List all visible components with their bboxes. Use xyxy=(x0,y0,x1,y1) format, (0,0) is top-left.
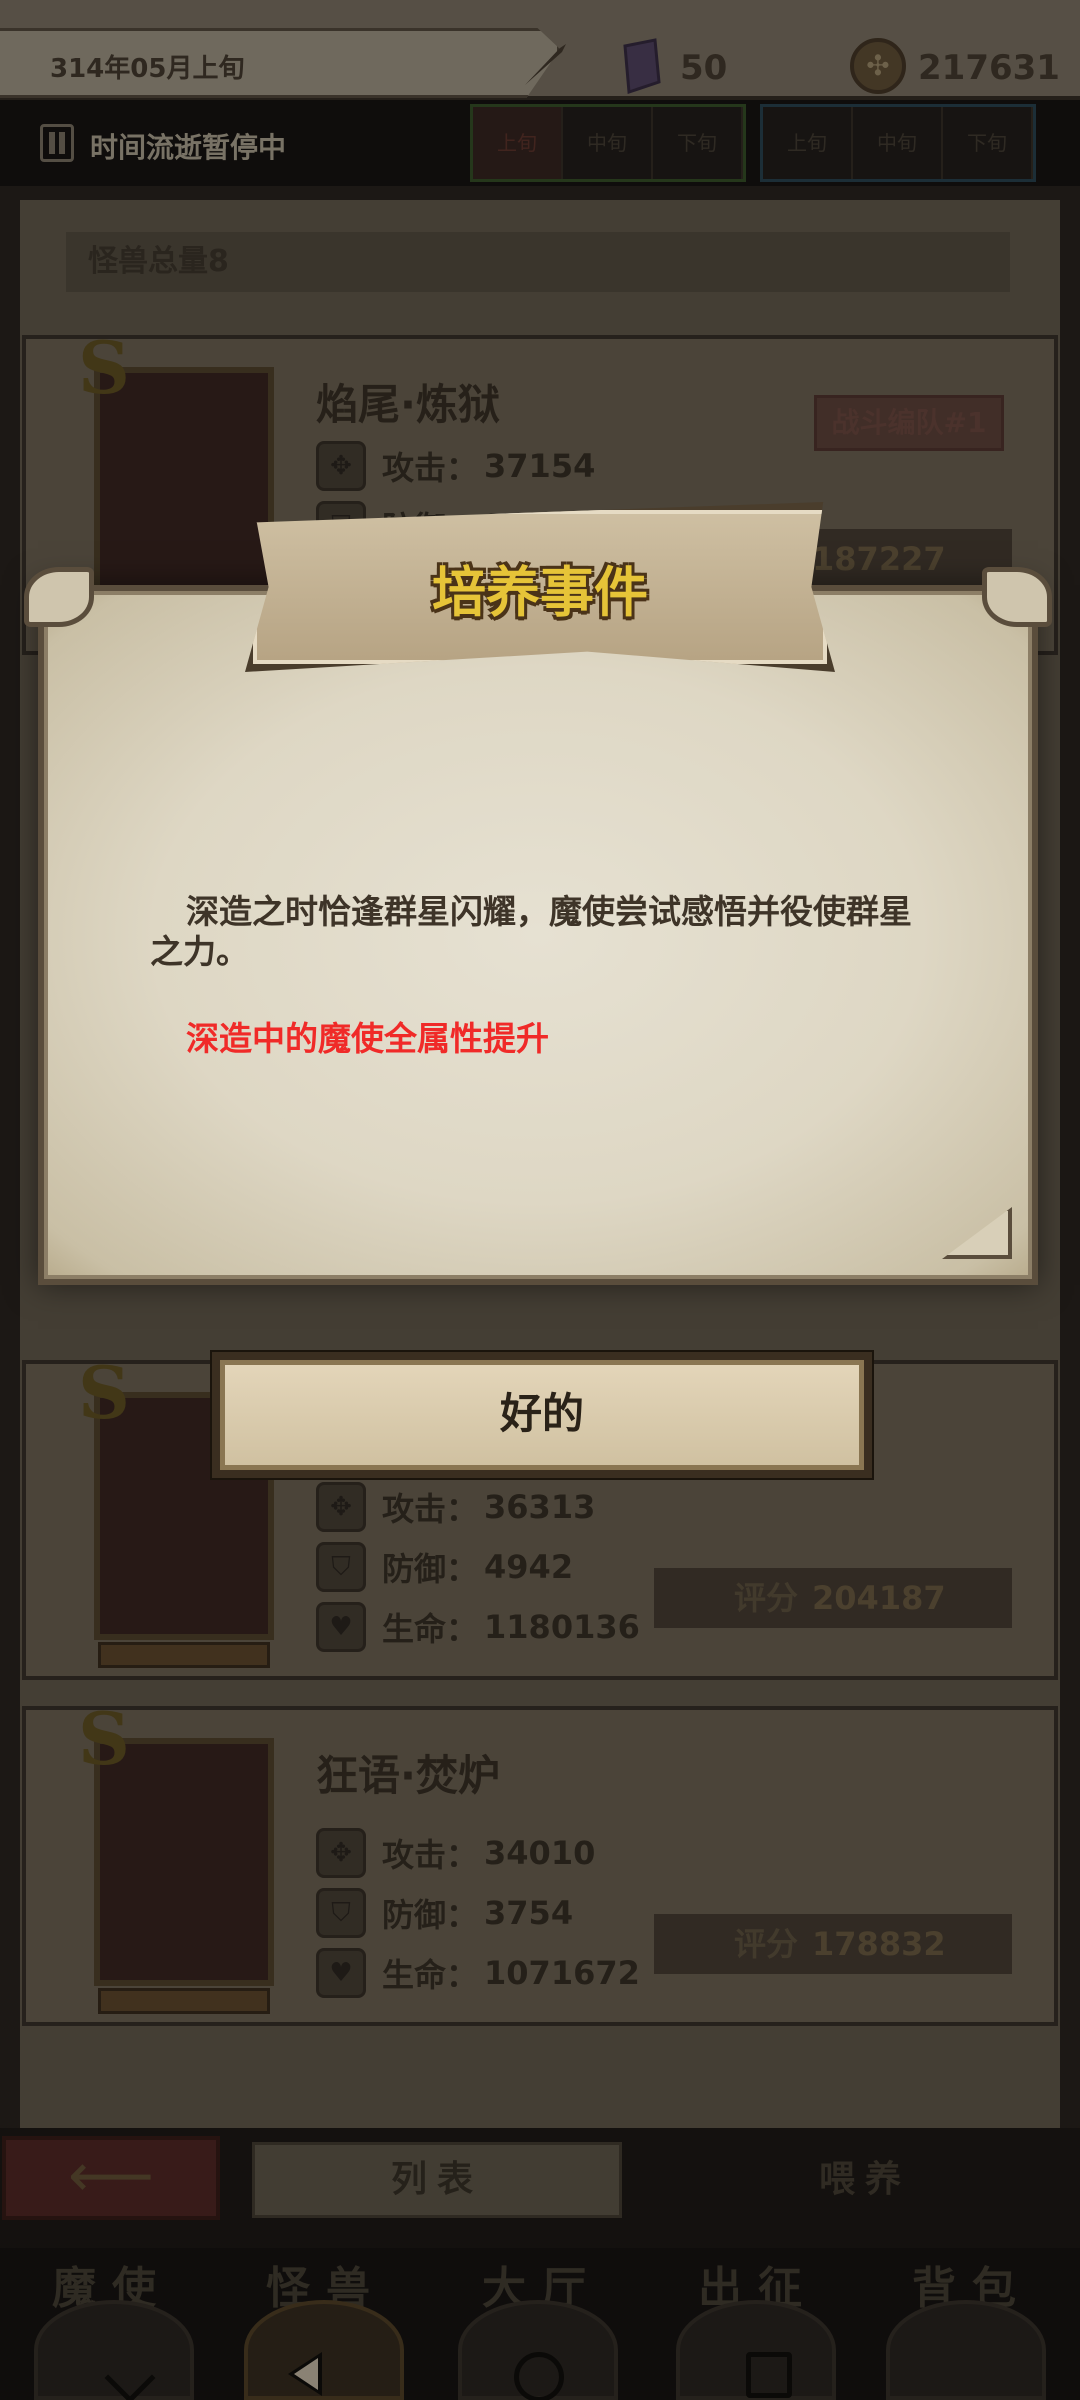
ok-button[interactable]: 好的 xyxy=(212,1352,872,1478)
event-effect: 深造中的魔使全属性提升 xyxy=(186,1019,549,1058)
event-description: 深造之时恰逢群星闪耀，魔使尝试感悟并役使群星之力。 xyxy=(150,892,912,971)
system-back-icon[interactable] xyxy=(288,2352,322,2396)
paper-curl xyxy=(942,1207,1012,1259)
system-recents-icon[interactable] xyxy=(746,2352,792,2398)
system-home-icon[interactable] xyxy=(514,2352,564,2400)
dialog-title: 培养事件 xyxy=(432,561,648,624)
